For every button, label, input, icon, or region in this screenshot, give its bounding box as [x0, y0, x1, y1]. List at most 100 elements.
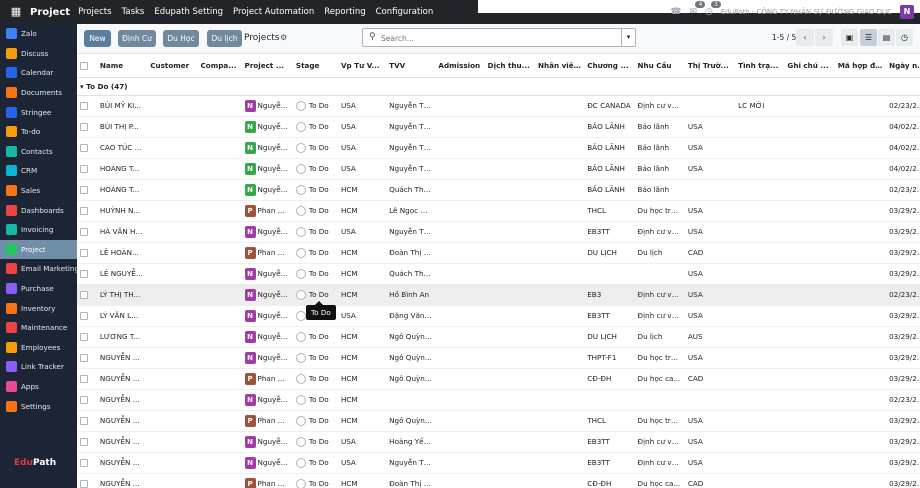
cell-company[interactable] — [197, 305, 242, 327]
cell-ngay-nhan[interactable]: 02/23/2025 — [886, 95, 920, 117]
cell-ma-hop-dong[interactable] — [834, 200, 887, 222]
cell-company[interactable] — [197, 158, 242, 180]
cell-ghi-chu[interactable] — [784, 368, 835, 390]
cell-tinh-trang[interactable] — [735, 116, 785, 138]
cell-name[interactable]: LÊ HOÀN... — [96, 242, 148, 264]
filter-du-hoc-button[interactable]: Du Học — [163, 30, 199, 47]
cell-vp[interactable]: HCM — [337, 389, 387, 411]
cell-name[interactable]: CAO TÚC ... — [96, 137, 148, 159]
cell-ghi-chu[interactable] — [784, 242, 835, 264]
cell-thi-truong[interactable]: CAD — [684, 242, 736, 264]
cell-admission[interactable] — [435, 368, 485, 390]
cell-dich-thuat[interactable] — [484, 473, 535, 488]
table-row[interactable]: HÀ VĂN HI... N Nguyễ... To Do USA Nguyễn Th..… — [77, 221, 920, 243]
cell-chuong-trinh[interactable]: EB3TT — [584, 431, 635, 453]
cell-admission[interactable] — [435, 158, 485, 180]
cell-vp[interactable]: HCM — [337, 263, 387, 285]
cell-company[interactable] — [197, 368, 242, 390]
cell-company[interactable] — [197, 179, 242, 201]
cell-nhu-cau[interactable]: Định cư và... — [634, 221, 685, 243]
cell-nhan-vien[interactable] — [534, 326, 585, 348]
cell-thi-truong[interactable]: USA — [684, 158, 736, 180]
cell-tinh-trang[interactable] — [735, 263, 785, 285]
cell-vp[interactable]: USA — [337, 95, 387, 117]
cell-company[interactable] — [197, 347, 242, 369]
cell-tvv[interactable]: Quách Thế... — [386, 263, 436, 285]
cell-tvv[interactable]: Đặng Văn ... — [386, 305, 436, 327]
cell-vp[interactable]: HCM — [337, 242, 387, 264]
table-row[interactable]: LÝ VĂN LỚ...NNguyễ...ToUSAĐặng Văn ...EB… — [77, 305, 920, 327]
cell-stage[interactable]: To Do — [292, 116, 338, 138]
cell-customer[interactable] — [147, 200, 198, 222]
cell-name[interactable]: BÙI MỸ KI... — [96, 95, 148, 117]
cell-name[interactable]: NGUYỄN ... — [96, 410, 148, 432]
cell-ma-hop-dong[interactable] — [834, 95, 887, 117]
cell-nhu-cau[interactable]: Du lịch — [634, 326, 685, 348]
cell-tvv[interactable]: Đoàn Thị T... — [386, 473, 436, 488]
row-checkbox[interactable] — [80, 249, 88, 257]
cell-chuong-trinh[interactable]: THCL — [584, 410, 635, 432]
cell-name[interactable]: HOÀNG T... — [96, 158, 148, 180]
cell-nhan-vien[interactable] — [534, 473, 585, 488]
cell-ma-hop-dong[interactable] — [834, 137, 887, 159]
cell-chuong-trinh[interactable]: EB3 — [584, 284, 635, 306]
cell-dich-thuat[interactable] — [484, 410, 535, 432]
cell-chuong-trinh[interactable]: DU LỊCH — [584, 326, 635, 348]
kanban-view-icon[interactable]: ▣ — [841, 29, 858, 46]
cell-dich-thuat[interactable] — [484, 452, 535, 474]
row-checkbox[interactable] — [80, 186, 88, 194]
table-row[interactable]: NGUYỄN ... P Phan ... To Do HCM Ngô Quỳn... CĐ… — [77, 368, 920, 390]
cell-customer[interactable] — [147, 95, 198, 117]
cell-admission[interactable] — [435, 431, 485, 453]
cell-ma-hop-dong[interactable] — [834, 263, 887, 285]
cell-customer[interactable] — [147, 410, 198, 432]
row-checkbox[interactable] — [80, 228, 88, 236]
cell-nhan-vien[interactable] — [534, 200, 585, 222]
stage-status-icon[interactable] — [295, 352, 306, 363]
cell-ngay-nhan[interactable]: 03/29/2025 — [886, 431, 920, 453]
cell-nhan-vien[interactable] — [534, 158, 585, 180]
table-row[interactable]: BÙI MỸ KI... N Nguyễ... To Do USA Nguyễn Th..… — [77, 95, 920, 117]
sidebar-item-project[interactable]: Project — [0, 239, 77, 260]
cell-thi-truong[interactable]: USA — [684, 137, 736, 159]
row-checkbox[interactable] — [80, 312, 88, 320]
cell-dich-thuat[interactable] — [484, 137, 535, 159]
cell-chuong-trinh[interactable]: BẢO LÃNH — [584, 116, 635, 138]
cell-vp[interactable]: USA — [337, 116, 387, 138]
cell-nhan-vien[interactable] — [534, 347, 585, 369]
cell-tinh-trang[interactable] — [735, 305, 785, 327]
cell-chuong-trinh[interactable]: CĐ-ĐH — [584, 368, 635, 390]
cell-tvv[interactable]: Ngô Quỳn... — [386, 347, 436, 369]
cell-name[interactable]: LÝ VĂN LỚ... — [96, 305, 148, 327]
stage-status-icon[interactable] — [295, 478, 306, 488]
cell-dich-thuat[interactable] — [484, 389, 535, 411]
cell-nhu-cau[interactable]: Bảo lãnh — [634, 116, 685, 138]
cell-company[interactable] — [197, 473, 242, 488]
cell-vp[interactable]: USA — [337, 431, 387, 453]
cell-tvv[interactable]: Đoàn Thị T... — [386, 242, 436, 264]
cell-nhu-cau[interactable]: Du học tru... — [634, 200, 685, 222]
col-customer[interactable]: Customer — [147, 54, 198, 78]
cell-stage[interactable]: To Do — [292, 200, 338, 222]
cell-dich-thuat[interactable] — [484, 95, 535, 117]
cell-project-manager[interactable]: N Nguyễ... — [241, 431, 293, 453]
cell-chuong-trinh[interactable] — [584, 389, 635, 411]
cell-nhan-vien[interactable] — [534, 410, 585, 432]
cell-vp[interactable]: HCM — [337, 326, 387, 348]
chevron-down-icon[interactable]: ▾ — [621, 29, 635, 46]
cell-dich-thuat[interactable] — [484, 200, 535, 222]
col-dich-thuat[interactable]: Dịch thu... — [484, 54, 535, 78]
cell-thi-truong[interactable] — [684, 179, 736, 201]
col-ghi-chu[interactable]: Ghi chú ... — [784, 54, 835, 78]
cell-project-manager[interactable]: N Nguyễ... — [241, 95, 293, 117]
cell-nhan-vien[interactable] — [534, 137, 585, 159]
cell-ghi-chu[interactable] — [784, 305, 835, 327]
cell-admission[interactable] — [435, 242, 485, 264]
table-row[interactable]: BÙI THỊ P... N Nguyễ... To Do USA Nguyễn Th..… — [77, 116, 920, 138]
table-row[interactable]: NGUYỄN ...NNguyễ...To DoHCM02/23/2025Ca — [77, 389, 920, 411]
cell-company[interactable] — [197, 410, 242, 432]
cell-stage[interactable]: To Do — [292, 242, 338, 264]
cell-stage[interactable]: To Do — [292, 368, 338, 390]
pager-value[interactable]: 1-5 / 5 — [772, 33, 796, 42]
row-checkbox[interactable] — [80, 207, 88, 215]
